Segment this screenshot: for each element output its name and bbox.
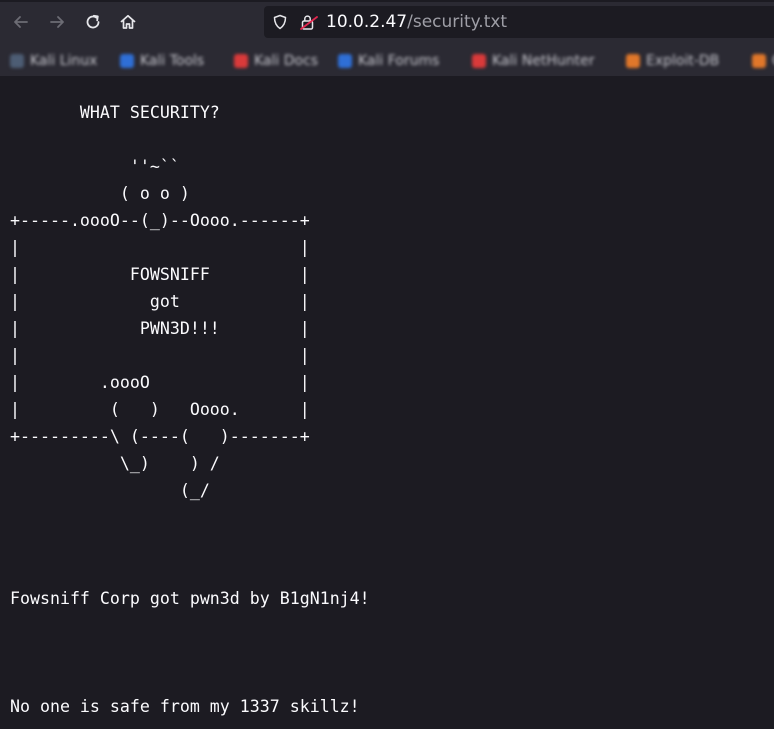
url-host: 10.0.2.47 [326,12,408,32]
text-line: ''~`` [10,157,180,176]
text-line: No one is safe from my 1337 skillz! [10,697,360,716]
url-path: /security.txt [407,12,508,32]
forward-button[interactable] [44,9,70,35]
text-line: | FOWSNIFF | [10,265,310,284]
overflow-favicon-icon [752,54,766,68]
bookmark-exploit-db[interactable]: Exploit-DB [626,51,719,71]
text-line: | ( ) Oooo. | [10,400,310,419]
shield-icon[interactable] [272,14,288,30]
bookmark-overflow[interactable]: G [752,51,774,71]
page-content: WHAT SECURITY? ''~`` ( o o ) +-----.oooO… [0,76,774,729]
bookmark-label: Kali Tools [140,53,205,69]
text-line: Fowsniff Corp got pwn3d by B1gN1nj4! [10,589,370,608]
bookmark-label: Kali Linux [30,53,98,69]
bookmark-label: Kali Docs [254,53,319,69]
reload-icon [86,14,100,29]
text-line: | got | [10,292,310,311]
insecure-lock-icon[interactable] [300,14,318,30]
text-line: (_/ [10,481,210,500]
text-line: | | [10,346,310,365]
kali-tools-favicon-icon [120,54,134,68]
text-line: | PWN3D!!! | [10,319,310,338]
text-line: ( o o ) [10,184,190,203]
address-bar[interactable]: 10.0.2.47/security.txt [264,6,774,38]
bookmark-kali-linux[interactable]: Kali Linux [10,51,97,71]
kali-nethunter-favicon-icon [472,54,486,68]
bookmark-label: Exploit-DB [646,53,720,69]
bookmark-kali-forums[interactable]: Kali Forums [338,51,439,71]
back-arrow-icon [14,16,28,28]
url-text[interactable]: 10.0.2.47/security.txt [326,11,507,33]
kali-forums-favicon-icon [338,54,352,68]
text-line: +-----.oooO--(_)--Oooo.------+ [10,211,310,230]
text-line: | | [10,238,310,257]
text-line: +---------\ (----( )-------+ [10,427,310,446]
back-button[interactable] [8,9,34,35]
kali-docs-favicon-icon [234,54,248,68]
bookmark-kali-docs[interactable]: Kali Docs [234,51,318,71]
text-line: \_) ) / [10,454,220,473]
bookmark-kali-nethunter[interactable]: Kali NetHunter [472,51,594,71]
home-icon [120,14,136,29]
forward-arrow-icon [50,16,64,28]
exploit-db-favicon-icon [626,54,640,68]
bookmark-kali-tools[interactable]: Kali Tools [120,51,204,71]
reload-button[interactable] [80,9,106,35]
security-txt-content: WHAT SECURITY? ''~`` ( o o ) +-----.oooO… [10,99,370,720]
bookmark-label: Kali Forums [358,53,440,69]
text-line: | .oooO | [10,373,310,392]
navigation-toolbar: 10.0.2.47/security.txt [0,0,774,45]
kali-linux-favicon-icon [10,54,24,68]
text-line: WHAT SECURITY? [10,103,220,122]
home-button[interactable] [115,9,141,35]
bookmark-label: Kali NetHunter [492,53,595,69]
bookmarks-toolbar: Kali Linux Kali Tools Kali Docs Kali For… [0,45,774,76]
